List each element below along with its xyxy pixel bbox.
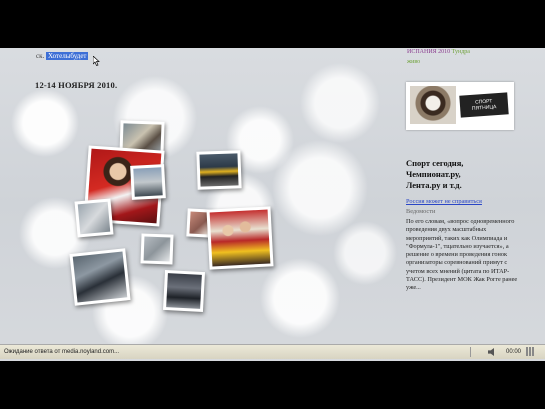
collage-photo-crowd[interactable] — [162, 269, 206, 313]
collage-photo-small-3[interactable] — [140, 233, 174, 265]
collage-photo-pitlane[interactable] — [130, 164, 166, 200]
news-body: По его словам, «вопрос одновременного пр… — [406, 218, 518, 292]
news-source: Ведомости — [406, 208, 436, 215]
status-text: Ожидание ответа от media.noyland.com... — [4, 349, 120, 355]
volume-bars-icon[interactable] — [526, 347, 534, 356]
banner-sign: СПОРТ ПЯТНИЦА — [459, 92, 509, 118]
headline-line-3: Лента.ру и т.д. — [406, 180, 462, 190]
status-divider — [470, 347, 471, 357]
promo-line-2[interactable]: живо — [407, 59, 420, 65]
page-viewport: ск. Хотелыбудет 12-14 НОЯБРЯ 2010. ИСПАН… — [0, 48, 545, 361]
selected-text[interactable]: Хотелыбудет — [46, 52, 89, 60]
sidebar: ИСПАНИЯ 2010 Тундра живо СПОРТ ПЯТНИЦА С… — [400, 48, 545, 361]
coffee-cup-image — [410, 86, 456, 124]
speaker-icon[interactable] — [488, 348, 494, 356]
collage-photo-small-1[interactable] — [74, 198, 114, 238]
banner-sign-line2: ПЯТНИЦА — [471, 104, 497, 112]
mouse-cursor-icon — [93, 56, 100, 66]
headline-line-2: Чемпионат.ру, — [406, 169, 461, 179]
promo-text: ИСПАНИЯ 2010 — [407, 49, 451, 55]
left-top-text: ск. Хотелыбудет — [36, 52, 89, 60]
collage-photo-team[interactable] — [206, 206, 274, 270]
event-date: 12-14 НОЯБРЯ 2010. — [35, 80, 118, 90]
promo-green-text: Тундра — [451, 49, 470, 55]
status-time: 00:00 — [506, 349, 522, 355]
sidebar-banner[interactable]: СПОРТ ПЯТНИЦА — [406, 82, 514, 130]
collage-photo-racecar[interactable] — [196, 150, 242, 190]
promo-line[interactable]: ИСПАНИЯ 2010 Тундра — [407, 49, 470, 55]
headline-line-1: Спорт сегодня, — [406, 158, 464, 168]
collage-photo-crash[interactable] — [69, 248, 131, 306]
news-link[interactable]: Россия может не справиться — [406, 198, 482, 205]
prefix-text: ск. — [36, 52, 45, 60]
browser-status-bar: Ожидание ответа от media.noyland.com... … — [0, 344, 545, 359]
sidebar-headline: Спорт сегодня, Чемпионат.ру, Лента.ру и … — [406, 158, 541, 191]
